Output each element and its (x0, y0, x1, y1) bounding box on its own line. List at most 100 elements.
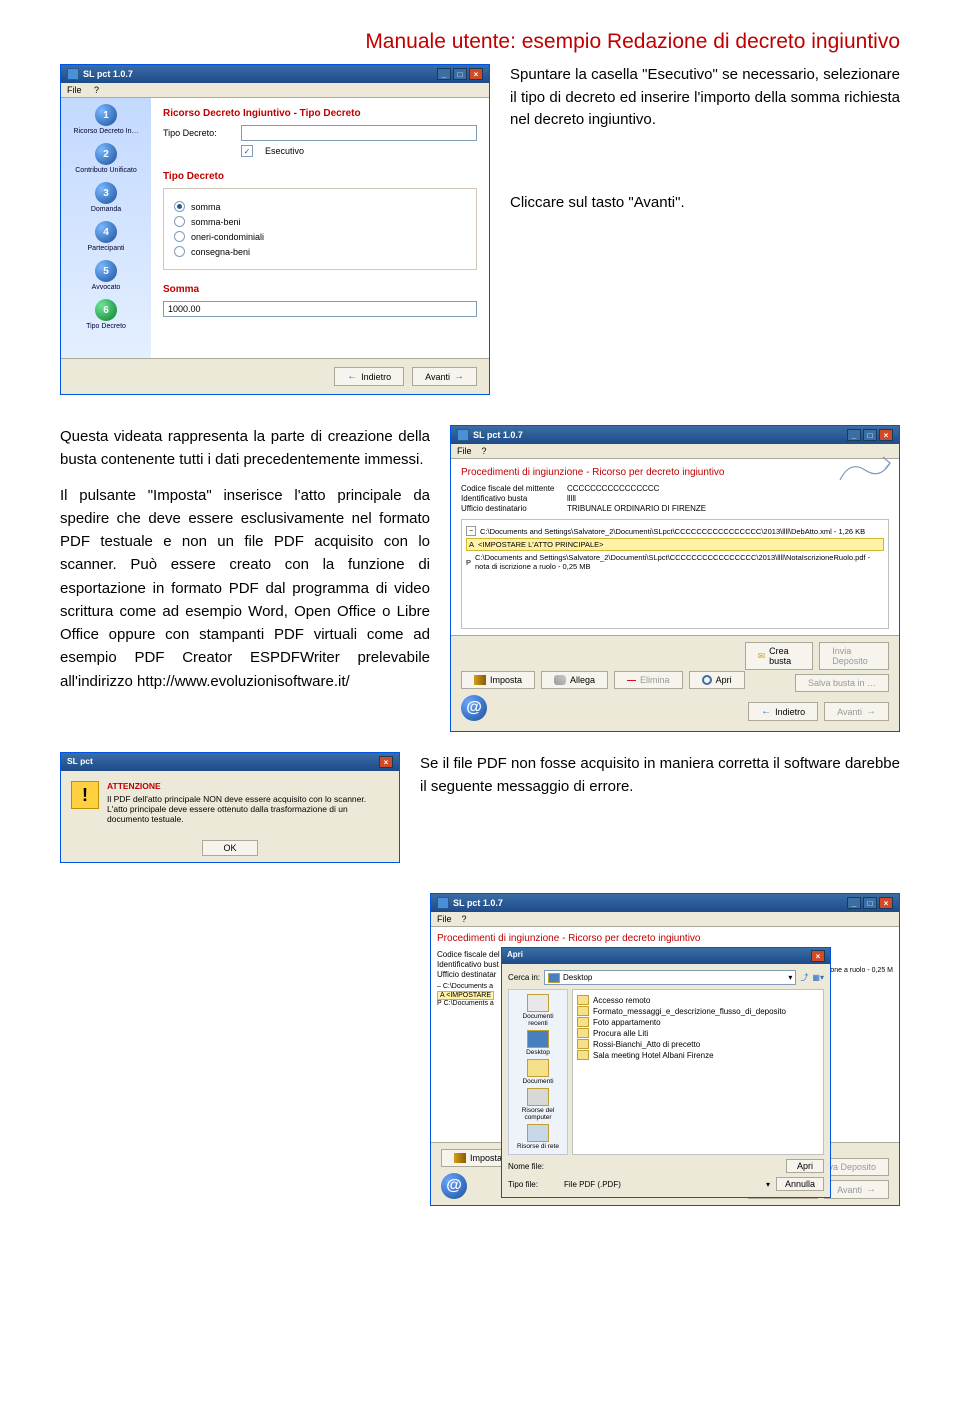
close-button[interactable]: × (379, 756, 393, 768)
next-button[interactable]: Avanti→ (412, 367, 477, 386)
esecutivo-label: Esecutivo (265, 146, 304, 156)
arrow-right-icon: → (454, 371, 464, 382)
maximize-button[interactable]: □ (863, 429, 877, 441)
window-titlebar: SL pct 1.0.7 _ □ × (61, 65, 489, 83)
place-documents[interactable]: Documenti (522, 1059, 553, 1085)
attention-heading: ATTENZIONE (107, 781, 389, 791)
radio-consegna[interactable] (174, 246, 185, 257)
file-item[interactable]: C:\Documents and Settings\Salvatore_2\Do… (480, 527, 865, 536)
app-icon (457, 429, 469, 441)
imposta-button[interactable]: Imposta (461, 671, 535, 689)
radio-somma-beni[interactable] (174, 216, 185, 227)
dialog-open-button[interactable]: Apri (786, 1159, 824, 1173)
intro-paragraph: Spuntare la casella "Esecutivo" se neces… (510, 64, 900, 132)
next-button[interactable]: Avanti→ (824, 1180, 889, 1199)
close-button[interactable]: × (469, 68, 483, 80)
ok-button[interactable]: OK (202, 840, 257, 856)
place-network[interactable]: Risorse di rete (517, 1124, 559, 1150)
envelope-icon (758, 651, 766, 662)
close-button[interactable]: × (811, 950, 825, 962)
screenshot-busta: SL pct 1.0.7 _ □ × File? Procedimenti di… (450, 425, 900, 732)
dialog-cancel-button[interactable]: Annulla (776, 1177, 824, 1191)
radio-section-title: Tipo Decreto (163, 171, 477, 182)
screenshot-tipo-decreto: SL pct 1.0.7 _ □ × File ? 1Ricorso Decre… (60, 64, 490, 395)
open-file-dialog: Apri × Cerca in: Desktop▾ ⤴ ▦▾ Documenti … (501, 947, 831, 1198)
minimize-button[interactable]: _ (847, 429, 861, 441)
screenshot-warning-dialog: SL pct× ATTENZIONE Il PDF dell'atto prin… (60, 752, 400, 863)
somma-input[interactable]: 1000.00 (163, 301, 477, 317)
wizard-sidebar: 1Ricorso Decreto In… 2Contributo Unifica… (61, 98, 151, 358)
close-button[interactable]: × (879, 429, 893, 441)
pen-icon (835, 455, 895, 485)
window-titlebar-2: SL pct 1.0.7 _ □ × (451, 426, 899, 444)
videata-paragraph: Questa videata rappresenta la parte di c… (60, 425, 430, 472)
elimina-button[interactable]: —Elimina (614, 671, 683, 689)
allega-button[interactable]: Allega (541, 671, 608, 689)
minus-icon: — (627, 675, 636, 685)
step-3-icon[interactable]: 3 (95, 182, 117, 204)
filetype-dropdown[interactable]: File PDF (.PDF)▾ (564, 1180, 770, 1189)
error-explanation-paragraph: Se il file PDF non fosse acquisito in ma… (420, 752, 900, 799)
menubar: File ? (61, 83, 489, 98)
minimize-button[interactable]: _ (437, 68, 451, 80)
menu-file[interactable]: File (67, 85, 82, 95)
next-button[interactable]: Avanti→ (824, 702, 889, 721)
menu-help[interactable]: ? (482, 446, 487, 456)
invia-deposito-button[interactable]: Invia Deposito (819, 642, 889, 670)
menu-help[interactable]: ? (94, 85, 99, 95)
file-item[interactable]: C:\Documents and Settings\Salvatore_2\Do… (475, 553, 884, 571)
apri-button[interactable]: Apri (689, 671, 745, 689)
filetype-label: Tipo file: (508, 1180, 558, 1189)
radio-oneri[interactable] (174, 231, 185, 242)
click-avanti-paragraph: Cliccare sul tasto "Avanti". (510, 192, 900, 215)
screenshot-open-dialog: SL pct 1.0.7_□× File? Procedimenti di in… (430, 893, 900, 1206)
imposta-paragraph: Il pulsante "Imposta" inserisce l'atto p… (60, 484, 430, 693)
filename-label: Nome file: (508, 1162, 558, 1171)
tipo-decreto-label: Tipo Decreto: (163, 128, 233, 138)
step-2-icon[interactable]: 2 (95, 143, 117, 165)
place-recent[interactable]: Documenti recenti (513, 994, 563, 1027)
step-5-icon[interactable]: 5 (95, 260, 117, 282)
file-letter-icon: A (469, 540, 474, 549)
document-title: Manuale utente: esempio Redazione di dec… (60, 30, 900, 54)
places-bar: Documenti recenti Desktop Documenti Riso… (508, 989, 568, 1155)
crea-busta-button[interactable]: Crea busta (745, 642, 814, 670)
arrow-left-icon: ← (347, 371, 357, 382)
tipo-decreto-input[interactable] (241, 125, 477, 141)
warning-line-1: Il PDF dell'atto principale NON deve ess… (107, 794, 389, 804)
file-list: −C:\Documents and Settings\Salvatore_2\D… (461, 519, 889, 629)
lookin-dropdown[interactable]: Desktop▾ (544, 970, 796, 985)
magnifier-icon (702, 675, 712, 685)
paperclip-icon (554, 675, 566, 685)
warning-icon (71, 781, 99, 809)
place-desktop[interactable]: Desktop (526, 1030, 550, 1056)
back-button[interactable]: ←Indietro (748, 702, 818, 721)
step-4-icon[interactable]: 4 (95, 221, 117, 243)
menu-file[interactable]: File (457, 446, 472, 456)
at-sign-icon: @ (461, 695, 487, 721)
warning-line-2: L'atto principale deve essere ottenuto d… (107, 804, 389, 824)
menu-file[interactable]: File (437, 914, 452, 924)
step-1-icon[interactable]: 1 (95, 104, 117, 126)
radio-somma[interactable] (174, 201, 185, 212)
lookin-label: Cerca in: (508, 973, 540, 982)
maximize-button[interactable]: □ (453, 68, 467, 80)
app-icon (67, 68, 79, 80)
up-folder-icon[interactable]: ⤴ (800, 972, 808, 983)
tree-toggle-icon[interactable]: − (466, 526, 476, 536)
step-6-icon[interactable]: 6 (95, 299, 117, 321)
file-letter-icon: P (466, 558, 471, 567)
menu-help[interactable]: ? (462, 914, 467, 924)
back-button[interactable]: ←Indietro (334, 367, 404, 386)
at-sign-icon: @ (441, 1173, 467, 1199)
place-computer[interactable]: Risorse del computer (513, 1088, 563, 1121)
somma-label-title: Somma (163, 284, 477, 295)
close-button[interactable]: × (879, 897, 893, 909)
file-item-principal[interactable]: <IMPOSTARE L'ATTO PRINCIPALE> (478, 540, 604, 549)
esecutivo-checkbox[interactable]: ✓ (241, 145, 253, 157)
brush-icon (454, 1153, 466, 1163)
file-browser-pane[interactable]: Accesso remoto Formato_messaggi_e_descri… (572, 989, 824, 1155)
salva-busta-button[interactable]: Salva busta in … (795, 674, 889, 692)
tipo-decreto-radios: somma somma-beni oneri-condominiali cons… (163, 188, 477, 270)
view-menu-icon[interactable]: ▦▾ (812, 973, 824, 982)
